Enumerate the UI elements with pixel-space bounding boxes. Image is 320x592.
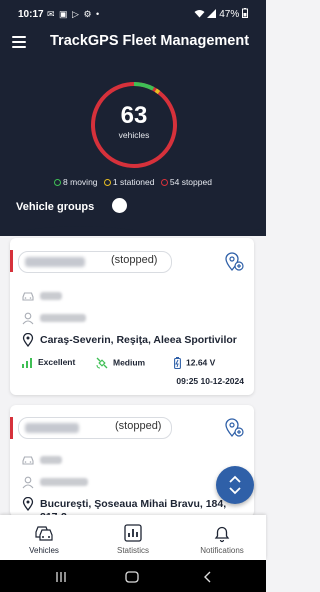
status-legend: 8 moving 1 stationed 54 stopped [0, 177, 266, 187]
status-time: 10:17 [18, 9, 44, 20]
vehicle-groups-label: Vehicle groups [16, 201, 95, 213]
voltage-value: 12.64 V [186, 357, 216, 368]
vehicle-groups-toggle[interactable] [103, 197, 127, 215]
menu-icon[interactable] [12, 36, 26, 48]
vehicle-status: (stopped) [111, 254, 158, 266]
nav-statistics-label: Statistics [116, 546, 149, 555]
system-navigation-bar [0, 560, 266, 592]
location-pin-icon [22, 333, 34, 347]
status-accent-bar [10, 250, 13, 272]
nav-notifications[interactable]: Notifications [178, 515, 266, 560]
nav-notifications-label: Notifications [200, 546, 244, 555]
vehicle-plate-pill: (stopped) [18, 417, 172, 439]
nav-vehicles-label: Vehicles [29, 546, 59, 555]
location-pin-icon [22, 497, 34, 511]
gsm-signal-value: Excellent [38, 357, 76, 367]
vehicle-address: Bucureşti, Şoseaua Mihai Bravu, 184, [40, 498, 227, 510]
app-title: TrackGPS Fleet Management [50, 33, 250, 49]
status-accent-bar [10, 417, 13, 439]
gps-signal-value: Medium [113, 357, 146, 368]
signal-bars-icon [22, 357, 32, 368]
legend-stationed[interactable]: 1 stationed [103, 177, 155, 187]
last-update-time: 09:25 10-12-2024 [176, 376, 244, 386]
vehicle-model-redacted [40, 456, 62, 464]
nav-vehicles[interactable]: Vehicles [0, 515, 88, 560]
statistics-icon [124, 524, 142, 542]
recent-apps-button[interactable] [55, 570, 67, 588]
driver-icon [22, 476, 34, 489]
nav-statistics[interactable]: Statistics [89, 515, 177, 560]
vehicle-address: Caraş-Severin, Reşiţa, Aleea Sportivilor [40, 334, 237, 346]
vehicle-card[interactable]: (stopped) Caraş-Severin, Reşiţa, Aleea S… [10, 238, 254, 395]
add-geofence-icon[interactable] [224, 418, 244, 438]
toggle-knob [112, 198, 127, 213]
total-vehicles-count: 63 [120, 102, 148, 129]
battery-voltage: 12.64 V [174, 357, 216, 370]
vehicle-status: (stopped) [115, 420, 162, 432]
satellite-icon [96, 357, 108, 369]
battery-icon [242, 8, 248, 18]
home-icon [125, 571, 139, 583]
total-vehicles-label: vehicles [118, 130, 150, 140]
expand-collapse-button[interactable] [216, 466, 254, 504]
driver-icon [22, 312, 34, 325]
status-bar: 10:17 ✉ ▣ ▷ ⚙ • 47% [0, 0, 266, 30]
stationed-dot-icon [103, 179, 111, 186]
legend-stopped-label: 54 stopped [169, 177, 212, 187]
wifi-icon [194, 10, 205, 18]
driver-name-redacted [40, 478, 88, 486]
cellular-signal-icon [207, 9, 217, 18]
driver-name-redacted [40, 314, 86, 322]
gps-signal: Medium [96, 357, 145, 369]
license-plate-redacted [25, 257, 85, 267]
stopped-dot-icon [160, 179, 168, 186]
back-button[interactable] [203, 570, 213, 588]
legend-stopped[interactable]: 54 stopped [160, 177, 212, 187]
add-geofence-icon[interactable] [224, 252, 244, 272]
bell-icon [214, 526, 230, 543]
moving-dot-icon [54, 179, 62, 186]
recent-apps-icon [56, 572, 66, 582]
vehicles-icon [35, 526, 53, 541]
battery-charging-icon [174, 357, 181, 370]
legend-moving-label: 8 moving [63, 177, 98, 187]
bottom-navigation: Vehicles Statistics Notifications [0, 515, 266, 560]
license-plate-redacted [25, 423, 79, 433]
expand-collapse-icon [229, 475, 241, 495]
vehicle-plate-pill: (stopped) [18, 251, 172, 273]
legend-stationed-label: 1 stationed [112, 177, 155, 187]
system-status-icons: 47% [194, 8, 248, 20]
app-bar: TrackGPS Fleet Management [0, 28, 266, 56]
notification-icons: ✉ ▣ ▷ ⚙ • [47, 9, 101, 19]
car-icon [22, 292, 34, 301]
home-button[interactable] [125, 570, 139, 588]
back-icon [204, 571, 211, 583]
car-icon [22, 456, 34, 465]
legend-moving[interactable]: 8 moving [54, 177, 98, 187]
gsm-signal: Excellent [22, 357, 75, 368]
vehicle-model-redacted [40, 292, 62, 300]
battery-percent: 47% [219, 9, 240, 20]
dashboard-header: 10:17 ✉ ▣ ▷ ⚙ • 47% TrackGPS Fleet Manag… [0, 0, 266, 236]
